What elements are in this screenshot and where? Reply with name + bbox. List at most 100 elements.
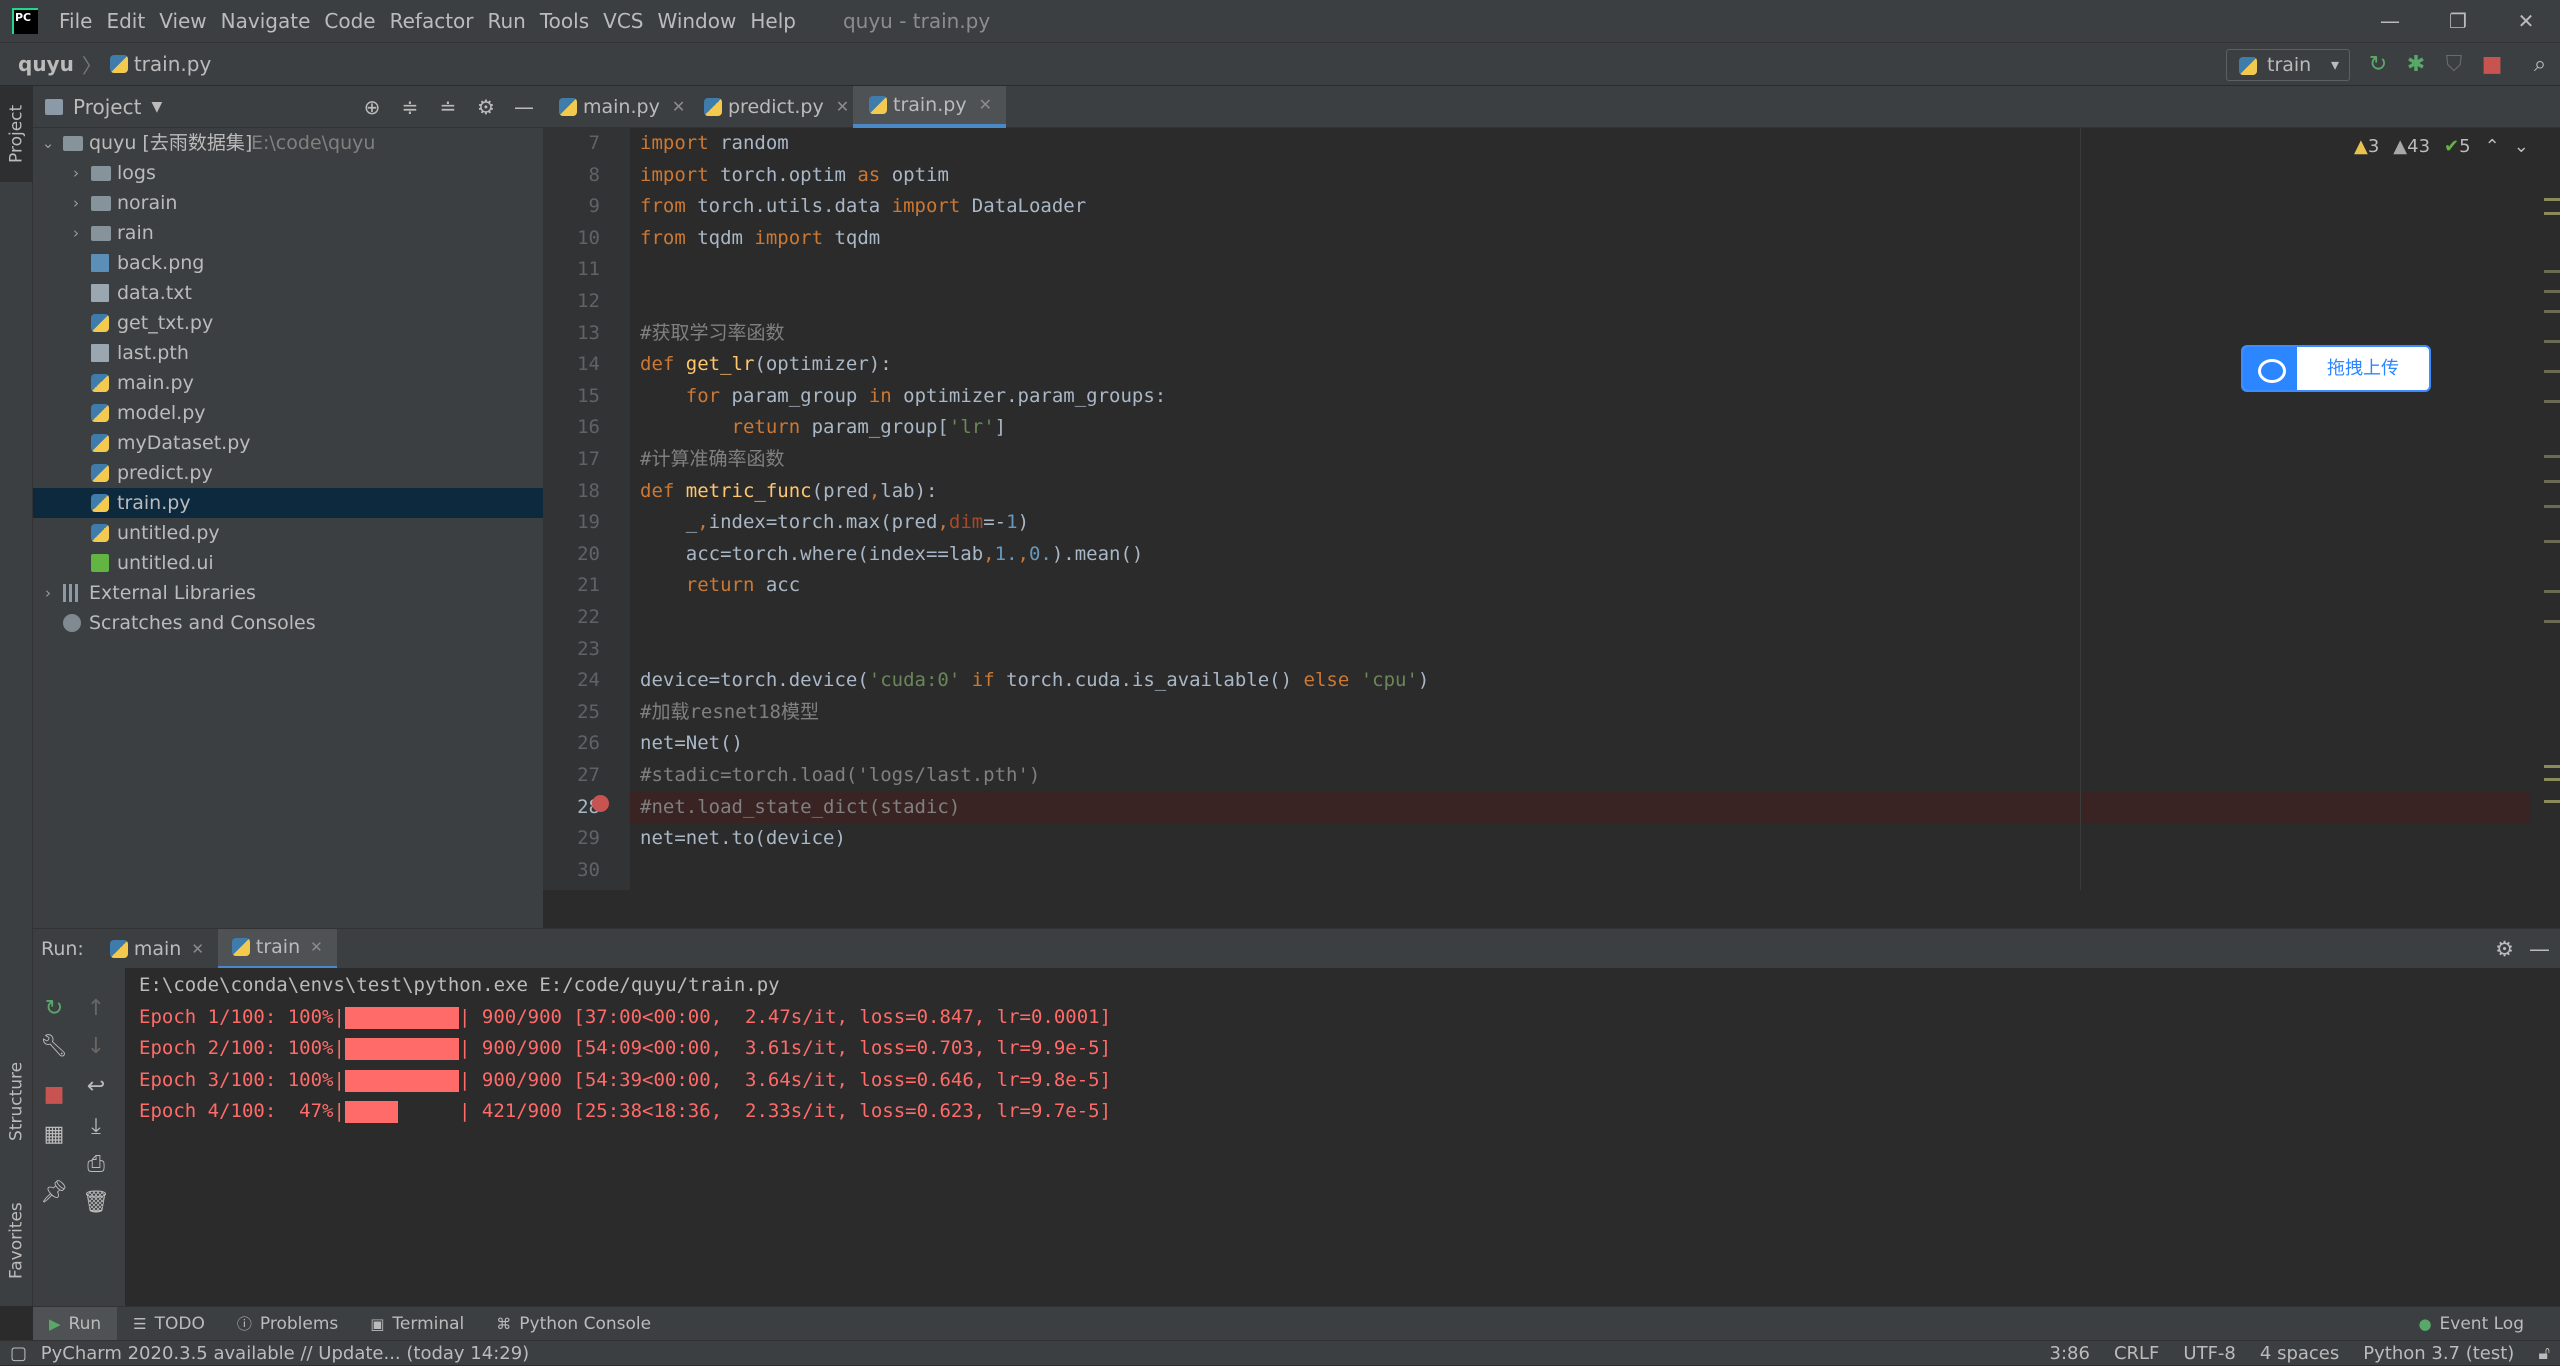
menu-refactor[interactable]: Refactor — [383, 9, 481, 33]
menu-navigate[interactable]: Navigate — [214, 9, 318, 33]
down-arrow-icon[interactable]: ↓ — [77, 1028, 115, 1066]
tree-file-main-py[interactable]: main.py — [33, 368, 543, 398]
tree-file-predict-py[interactable]: predict.py — [33, 458, 543, 488]
status-message[interactable]: PyCharm 2020.3.5 available // Update... … — [41, 1343, 529, 1364]
locate-icon[interactable]: ⊕ — [353, 95, 391, 119]
hide-icon[interactable]: — — [2529, 937, 2550, 961]
tree-file-back-png[interactable]: back.png — [33, 248, 543, 278]
menu-file[interactable]: File — [52, 9, 99, 33]
tree-external-libraries[interactable]: › External Libraries — [33, 578, 543, 608]
prev-highlight-icon[interactable]: ⌃ — [2485, 136, 2500, 157]
up-arrow-icon[interactable]: ↑ — [77, 990, 115, 1028]
close-icon[interactable]: ✕ — [2492, 0, 2560, 42]
favorites-tool-tab[interactable]: Favorites — [0, 1186, 33, 1296]
breakpoint-icon[interactable] — [592, 795, 609, 812]
settings-gear-icon[interactable]: ⚙ — [467, 95, 505, 119]
inspection-widget[interactable]: ▲3 ▲43 ✔5 ⌃ ⌄ — [2354, 136, 2529, 157]
tree-scratches[interactable]: Scratches and Consoles — [33, 608, 543, 638]
wrench-icon[interactable]: 🔧︎ — [35, 1028, 73, 1066]
tree-file-train-py[interactable]: train.py — [33, 488, 543, 518]
layout-icon[interactable]: ▦ — [35, 1116, 73, 1154]
run-console[interactable]: E:\code\conda\envs\test\python.exe E:/co… — [125, 968, 2560, 1306]
tool-tab-run[interactable]: ▶ Run — [33, 1306, 118, 1341]
menu-run[interactable]: Run — [481, 9, 533, 33]
tree-folder-rain[interactable]: › rain — [33, 218, 543, 248]
menu-help[interactable]: Help — [743, 9, 803, 33]
run-configuration-select[interactable]: train — [2226, 49, 2350, 81]
restore-icon[interactable]: ❐ — [2424, 0, 2492, 42]
dropdown-arrow-icon[interactable]: ▼ — [151, 99, 162, 115]
tree-folder-norain[interactable]: › norain — [33, 188, 543, 218]
tree-file-last-pth[interactable]: last.pth — [33, 338, 543, 368]
run-tab-main[interactable]: main ✕ — [96, 929, 218, 969]
python-interpreter[interactable]: Python 3.7 (test) — [2363, 1341, 2514, 1366]
trash-icon[interactable]: 🗑︎ — [77, 1184, 115, 1222]
line-separator[interactable]: CRLF — [2114, 1341, 2159, 1366]
menu-edit[interactable]: Edit — [99, 9, 152, 33]
editor-gutter[interactable]: 7 8 9 10 11 12 13 14 15 16 17 18 19 20 21 22 23 24 25 26 27 2… — [543, 128, 630, 890]
close-icon[interactable]: ✕ — [191, 940, 204, 958]
tree-folder-logs[interactable]: › logs — [33, 158, 543, 188]
tree-file-data-txt[interactable]: data.txt — [33, 278, 543, 308]
caret-position[interactable]: 3:86 — [2050, 1341, 2090, 1366]
tree-file-model-py[interactable]: model.py — [33, 398, 543, 428]
chevron-right-icon[interactable]: › — [69, 188, 83, 218]
chevron-right-icon[interactable]: › — [69, 218, 83, 248]
close-icon[interactable]: ✕ — [672, 86, 685, 128]
breadcrumb-file[interactable]: train.py — [134, 52, 211, 76]
chevron-right-icon[interactable]: › — [69, 158, 83, 188]
close-icon[interactable]: ✕ — [836, 86, 849, 128]
next-highlight-icon[interactable]: ⌄ — [2514, 136, 2529, 157]
tree-file-get_txt-py[interactable]: get_txt.py — [33, 308, 543, 338]
file-encoding[interactable]: UTF-8 — [2183, 1341, 2235, 1366]
close-icon[interactable]: ✕ — [310, 938, 323, 956]
debug-icon[interactable]: ✱ — [2402, 51, 2430, 79]
rerun-icon[interactable]: ↻ — [2364, 51, 2392, 79]
tab-train-py[interactable]: train.py ✕ — [853, 86, 1006, 128]
tab-main-py[interactable]: main.py ✕ — [543, 86, 699, 128]
chevron-down-icon[interactable]: ⌄ — [41, 128, 55, 158]
tool-tab-todo[interactable]: ☰ TODO — [117, 1307, 221, 1341]
tool-tab-terminal[interactable]: ▣ Terminal — [354, 1307, 480, 1341]
indent-setting[interactable]: 4 spaces — [2260, 1341, 2339, 1366]
project-tool-tab[interactable]: Project — [0, 86, 33, 182]
tree-root-quyu[interactable]: ⌄ quyu [去雨数据集] E:\code\quyu — [33, 128, 543, 158]
menu-view[interactable]: View — [152, 9, 213, 33]
coverage-icon[interactable]: ⛉ — [2440, 51, 2468, 79]
pin-icon[interactable]: 📌︎ — [35, 1174, 73, 1212]
run-tab-train[interactable]: train ✕ — [217, 928, 337, 969]
scroll-to-end-icon[interactable]: ⤓ — [77, 1108, 115, 1146]
expand-all-icon[interactable]: ≑ — [391, 95, 429, 119]
minimize-icon[interactable]: — — [2356, 0, 2424, 42]
code-editor[interactable]: import random import torch.optim as opti… — [630, 128, 2530, 890]
tree-file-untitled-py[interactable]: untitled.py — [33, 518, 543, 548]
tool-tab-problems[interactable]: ⓘ Problems — [221, 1307, 354, 1341]
print-icon[interactable]: ⎙ — [77, 1146, 115, 1184]
menu-code[interactable]: Code — [317, 9, 382, 33]
tool-tab-python-console[interactable]: ⌘ Python Console — [480, 1307, 667, 1341]
hide-icon[interactable]: — — [505, 95, 543, 119]
lock-icon[interactable]: 🔓︎ — [2538, 1341, 2550, 1366]
tree-file-myDataset-py[interactable]: myDataset.py — [33, 428, 543, 458]
tab-predict-py[interactable]: predict.py ✕ — [688, 86, 863, 128]
menu-tools[interactable]: Tools — [533, 9, 596, 33]
stop-icon[interactable]: ■ — [35, 1076, 73, 1114]
project-pane-title[interactable]: Project — [73, 95, 141, 119]
close-icon[interactable]: ✕ — [979, 84, 992, 126]
settings-gear-icon[interactable]: ⚙ — [2495, 937, 2514, 961]
breadcrumb-project[interactable]: quyu — [18, 52, 74, 76]
tool-tab-label: Problems — [259, 1313, 339, 1334]
collapse-all-icon[interactable]: ≐ — [429, 95, 467, 119]
rerun-icon[interactable]: ↻ — [35, 990, 73, 1028]
drag-upload-widget[interactable]: 拖拽上传 — [2241, 345, 2431, 392]
menu-vcs[interactable]: VCS — [596, 9, 650, 33]
structure-tool-tab[interactable]: Structure — [0, 1046, 33, 1156]
toggle-tool-windows-icon[interactable]: ▢ — [10, 1343, 27, 1364]
tool-tab-event-log[interactable]: ● Event Log — [2402, 1307, 2540, 1341]
search-icon[interactable]: ⌕ — [2526, 51, 2554, 79]
stop-icon[interactable]: ■ — [2478, 51, 2506, 79]
tree-file-untitled-ui[interactable]: untitled.ui — [33, 548, 543, 578]
menu-window[interactable]: Window — [650, 9, 743, 33]
soft-wrap-icon[interactable]: ↩ — [77, 1068, 115, 1106]
chevron-right-icon[interactable]: › — [41, 578, 55, 608]
